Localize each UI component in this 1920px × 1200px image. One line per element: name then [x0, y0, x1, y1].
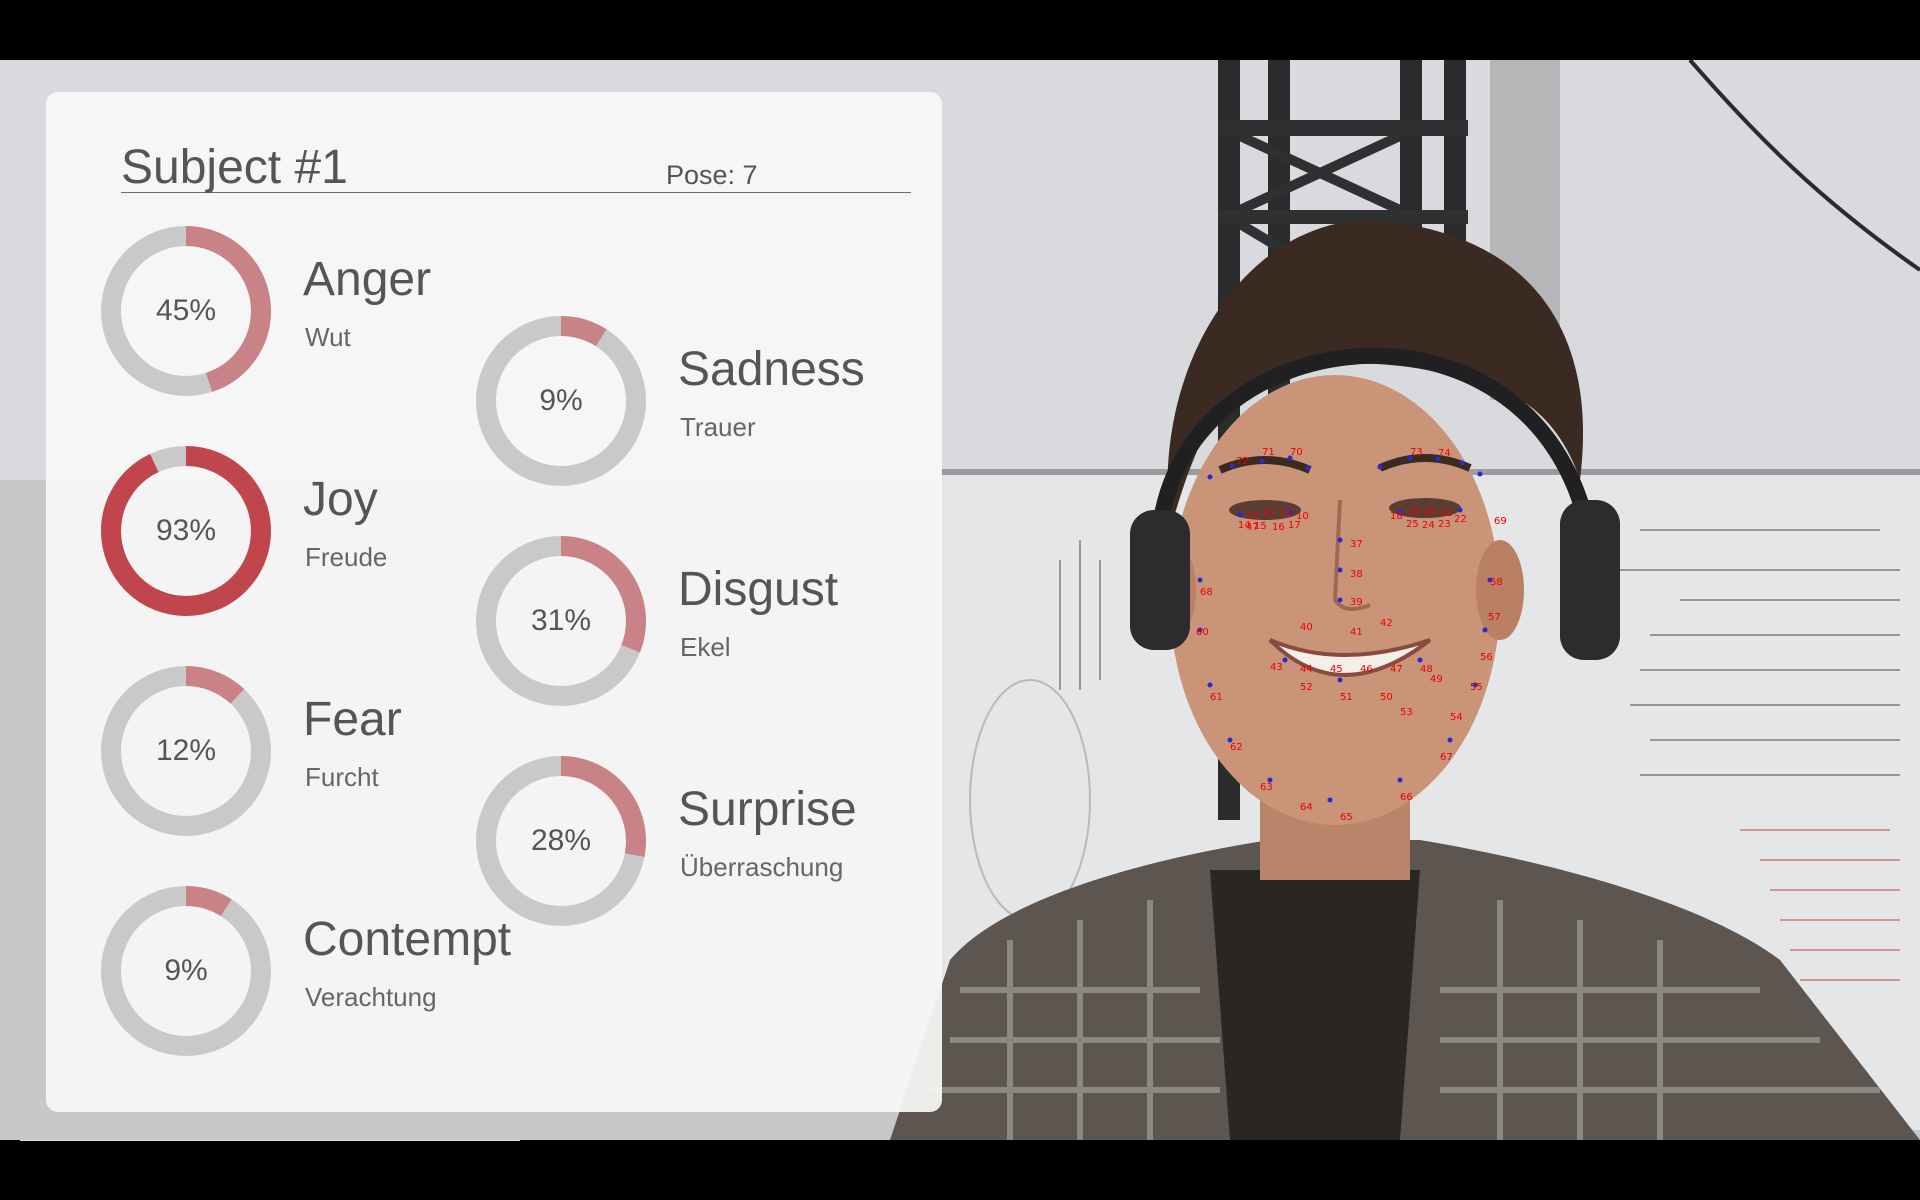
svg-text:24: 24 — [1422, 520, 1435, 531]
svg-text:55: 55 — [1470, 682, 1483, 693]
svg-text:50: 50 — [1380, 692, 1393, 703]
svg-text:38: 38 — [1350, 569, 1363, 580]
svg-text:65: 65 — [1340, 812, 1353, 823]
svg-text:49: 49 — [1430, 674, 1443, 685]
svg-text:19: 19 — [1408, 507, 1421, 518]
surprise-sublabel: Überraschung — [680, 852, 844, 882]
anger-sublabel: Wut — [305, 322, 351, 352]
pose-label: Pose: 7 — [666, 160, 758, 190]
svg-text:46: 46 — [1360, 664, 1373, 675]
fear-sublabel: Furcht — [305, 762, 379, 792]
svg-text:67: 67 — [1440, 752, 1453, 763]
svg-text:73: 73 — [1410, 447, 1423, 458]
svg-text:23: 23 — [1438, 519, 1451, 530]
svg-text:16: 16 — [1272, 522, 1285, 533]
surprise-label: Surprise — [678, 783, 857, 836]
svg-text:47: 47 — [1390, 664, 1403, 675]
contempt-percent: 9% — [164, 954, 208, 987]
emotion-anger: 45% Anger Wut — [101, 226, 501, 396]
emotion-sadness: 9% Sadness Trauer — [476, 316, 876, 486]
svg-text:42: 42 — [1380, 618, 1393, 629]
svg-text:43: 43 — [1270, 662, 1283, 673]
sadness-sublabel: Trauer — [680, 412, 756, 442]
svg-text:61: 61 — [1210, 692, 1223, 703]
svg-text:25: 25 — [1406, 519, 1419, 530]
joy-label: Joy — [303, 473, 378, 526]
subject-title: Subject #1 — [121, 141, 348, 194]
svg-text:39: 39 — [1350, 597, 1363, 608]
svg-text:47: 47 — [1246, 522, 1259, 533]
emotion-contempt: 9% Contempt Verachtung — [101, 886, 511, 1056]
svg-text:56: 56 — [1480, 652, 1493, 663]
disgust-percent: 31% — [530, 604, 592, 637]
sadness-percent: 9% — [539, 384, 583, 417]
emotion-fear: 12% Fear Furcht — [101, 666, 501, 836]
sadness-label: Sadness — [678, 343, 865, 396]
fear-label: Fear — [303, 693, 402, 746]
svg-text:22: 22 — [1454, 514, 1467, 525]
emotion-disgust: 31% Disgust Ekel — [476, 536, 876, 706]
joy-sublabel: Freude — [305, 542, 388, 572]
surprise-percent: 28% — [530, 824, 592, 857]
svg-text:12: 12 — [1262, 508, 1275, 519]
fear-percent: 12% — [155, 734, 217, 767]
svg-text:58: 58 — [1490, 577, 1503, 588]
svg-text:17: 17 — [1288, 520, 1301, 531]
emotion-joy: 93% Joy Freude — [101, 446, 501, 616]
panel-header: Subject #1 Pose: 7 — [121, 144, 911, 193]
svg-text:40: 40 — [1300, 622, 1313, 633]
svg-text:69: 69 — [1494, 516, 1507, 527]
svg-text:57: 57 — [1488, 612, 1501, 623]
svg-text:53: 53 — [1400, 707, 1413, 718]
svg-text:70: 70 — [1290, 447, 1303, 458]
svg-text:60: 60 — [1196, 627, 1209, 638]
svg-text:37: 37 — [1350, 539, 1363, 550]
svg-text:72: 72 — [1236, 456, 1249, 467]
svg-text:18: 18 — [1390, 511, 1403, 522]
svg-text:52: 52 — [1300, 682, 1313, 693]
svg-text:62: 62 — [1230, 742, 1243, 753]
svg-text:51: 51 — [1340, 692, 1353, 703]
svg-text:44: 44 — [1300, 664, 1313, 675]
svg-text:45: 45 — [1330, 664, 1343, 675]
contempt-sublabel: Verachtung — [305, 982, 437, 1012]
svg-text:74: 74 — [1438, 448, 1451, 459]
anger-label: Anger — [303, 253, 432, 306]
svg-text:63: 63 — [1260, 782, 1273, 793]
joy-percent: 93% — [155, 514, 217, 547]
svg-text:21: 21 — [1440, 508, 1453, 519]
app-screen: 71 70 72 73 74 12 11 13 10 14 15 16 17 19 20 21 18 2… — [0, 0, 1920, 1200]
disgust-sublabel: Ekel — [680, 632, 731, 662]
emotion-surprise: 28% Surprise Überraschung — [476, 756, 876, 926]
anger-percent: 45% — [155, 294, 217, 327]
svg-text:68: 68 — [1200, 587, 1213, 598]
svg-text:64: 64 — [1300, 802, 1313, 813]
status-line — [20, 1140, 520, 1141]
svg-text:41: 41 — [1350, 627, 1363, 638]
svg-text:54: 54 — [1450, 712, 1463, 723]
svg-text:66: 66 — [1400, 792, 1413, 803]
disgust-label: Disgust — [678, 563, 839, 616]
emotion-panel: Subject #1 Pose: 7 45% Anger Wut 93% Joy… — [46, 92, 942, 1112]
svg-text:20: 20 — [1424, 506, 1437, 517]
svg-text:71: 71 — [1262, 447, 1275, 458]
svg-text:11: 11 — [1280, 508, 1293, 519]
